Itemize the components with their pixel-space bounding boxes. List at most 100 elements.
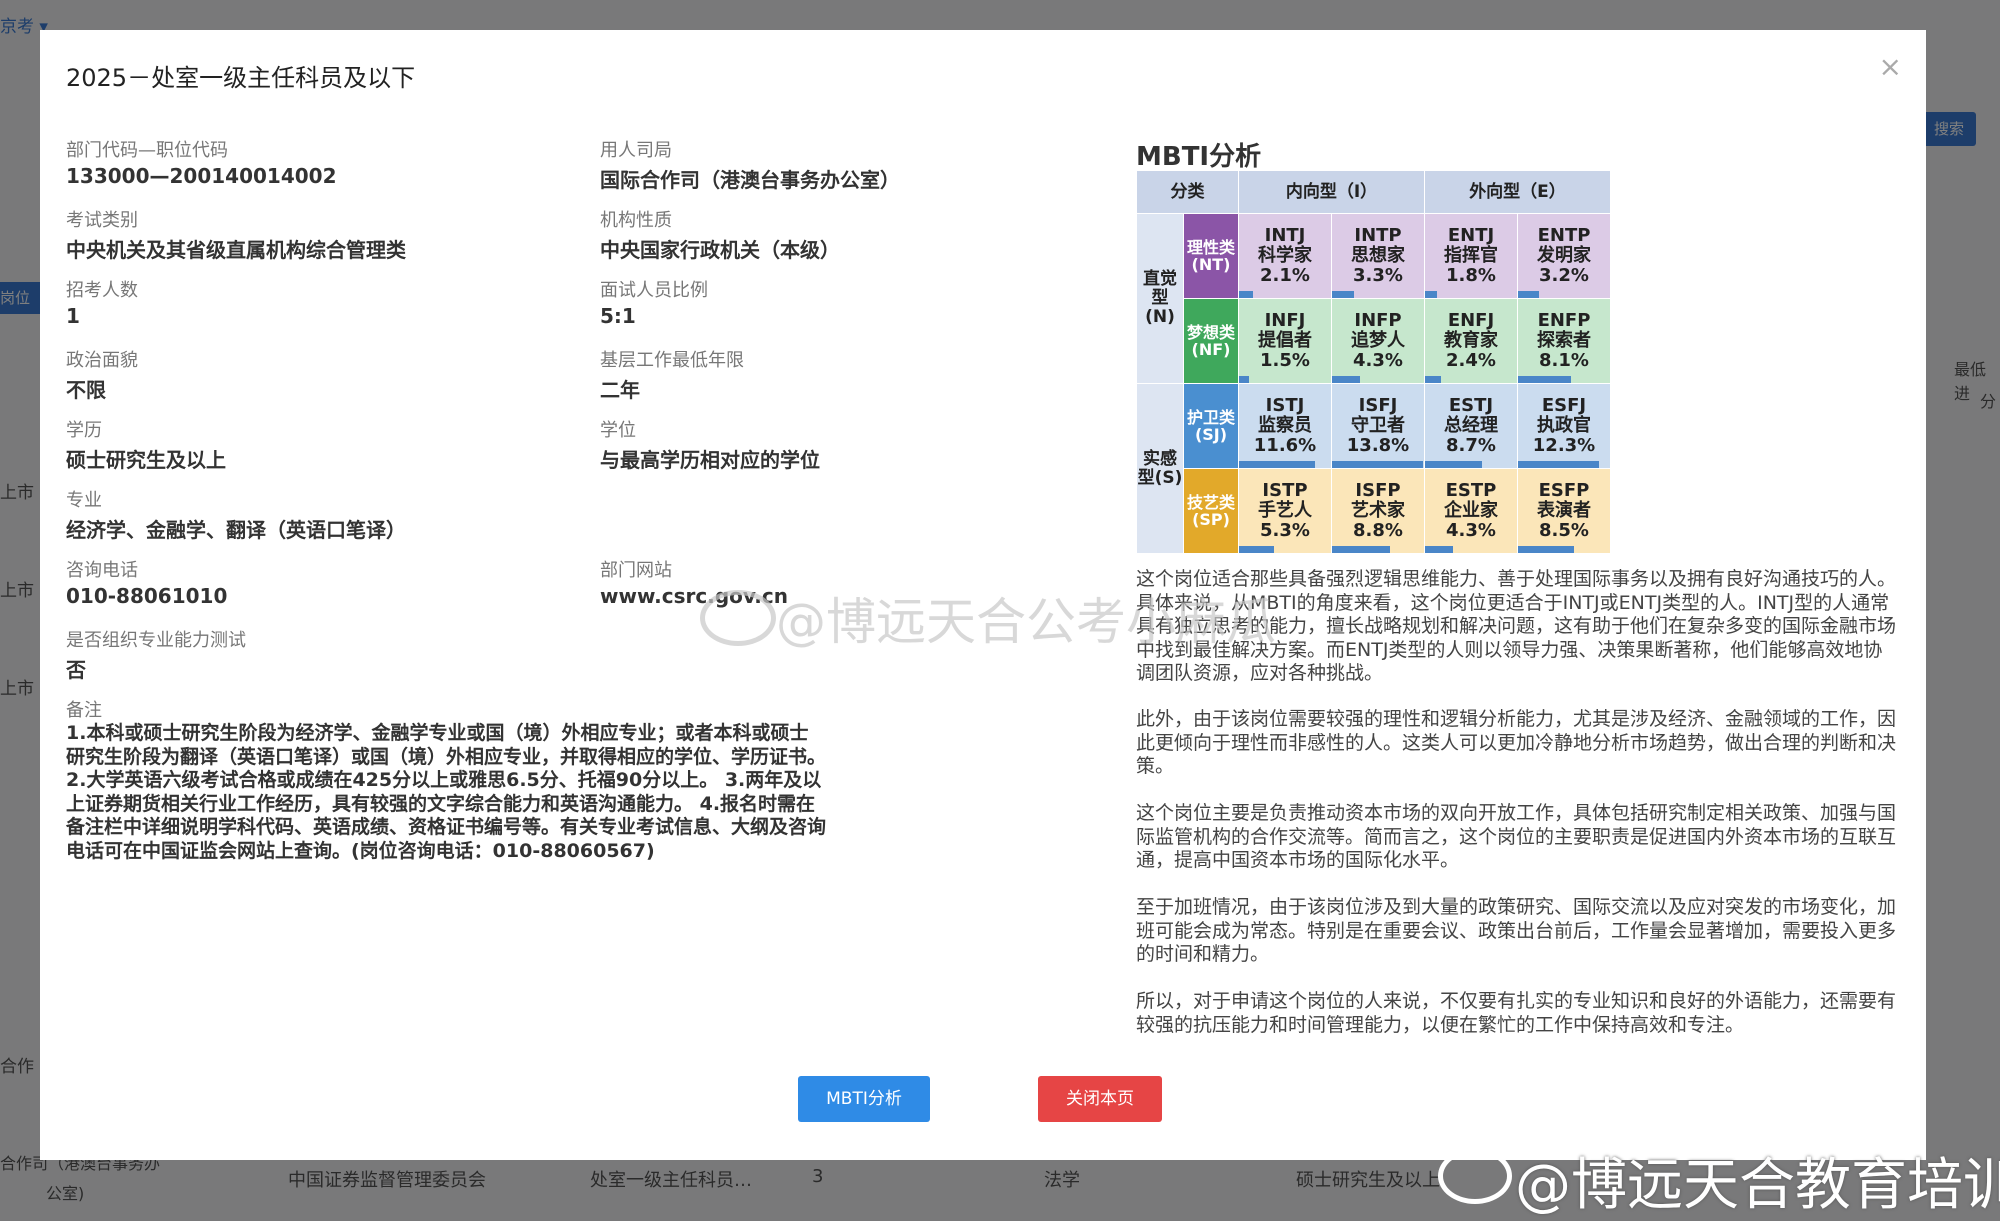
weibo-logo-icon [700, 590, 776, 646]
mbti-group-sensing: 实感型(S) [1136, 383, 1184, 554]
mbti-pct: 3.2% [1539, 265, 1589, 286]
mbti-sub-sp: 技艺类(SP) [1183, 468, 1239, 554]
field-value: 二年 [600, 378, 640, 402]
close-icon[interactable]: × [1879, 50, 1902, 83]
watermark-corner: @博远天合教育培训 [1515, 1153, 2000, 1218]
mbti-code: INFJ [1264, 310, 1306, 331]
mbti-cell-intj: INTJ 科学家 2.1% [1238, 213, 1332, 299]
mbti-bar [1425, 546, 1454, 553]
mbti-code: ISTJ [1265, 395, 1305, 416]
remark-text: 1.本科或硕士研究生阶段为经济学、金融学专业或国（境）外相应专业；或者本科或硕士… [66, 722, 827, 862]
field-label: 学历 [66, 420, 102, 441]
field-value: 与最高学历相对应的学位 [600, 448, 820, 472]
field-label: 是否组织专业能力测试 [66, 630, 246, 651]
field-label: 用人司局 [600, 140, 672, 161]
mbti-name: 执政官 [1537, 415, 1591, 436]
mbti-bar [1518, 546, 1574, 553]
mbti-code: INFP [1354, 310, 1402, 331]
mbti-code: ENTJ [1447, 225, 1495, 246]
field-value: 133000—200140014002 [66, 164, 337, 188]
remark-label: 备注 [66, 700, 102, 721]
mbti-name: 手艺人 [1258, 500, 1312, 521]
mbti-title: MBTI分析 [1136, 142, 1262, 172]
field-value: 否 [66, 658, 86, 682]
mbti-pct: 1.8% [1446, 265, 1496, 286]
field-label: 专业 [66, 490, 102, 511]
field-value: 010-88061010 [66, 584, 228, 608]
analysis-paragraph: 此外，由于该岗位需要较强的理性和逻辑分析能力，尤其是涉及经济、金融领域的工作，因… [1136, 708, 1897, 777]
mbti-code: ISTP [1262, 480, 1308, 501]
mbti-name: 追梦人 [1351, 330, 1405, 351]
mbti-code: ESFP [1538, 480, 1590, 501]
field-value: 中央机关及其省级直属机构综合管理类 [66, 238, 406, 262]
mbti-name: 监察员 [1258, 415, 1312, 436]
analysis-paragraph: 这个岗位主要是负责推动资本市场的双向开放工作，具体包括研究制定相关政策、加强与国… [1136, 802, 1897, 871]
mbti-cell-esfj: ESFJ 执政官 12.3% [1517, 383, 1611, 469]
analysis-paragraph: 所以，对于申请这个岗位的人来说，不仅要有扎实的专业知识和良好的外语能力，还需要有… [1136, 990, 1897, 1036]
mbti-cell-isfj: ISFJ 守卫者 13.8% [1331, 383, 1425, 469]
mbti-pct: 8.8% [1353, 520, 1403, 541]
mbti-pct: 8.1% [1539, 350, 1589, 371]
mbti-code: ENTP [1537, 225, 1591, 246]
mbti-sub-nf: 梦想类(NF) [1183, 298, 1239, 384]
mbti-name: 表演者 [1537, 500, 1591, 521]
mbti-bar [1332, 291, 1354, 298]
mbti-pct: 3.3% [1353, 265, 1403, 286]
mbti-name: 发明家 [1537, 245, 1591, 266]
field-label: 基层工作最低年限 [600, 350, 744, 371]
field-label: 咨询电话 [66, 560, 138, 581]
field-label: 考试类别 [66, 210, 138, 231]
mbti-cell-istj: ISTJ 监察员 11.6% [1238, 383, 1332, 469]
mbti-cell-isfp: ISFP 艺术家 8.8% [1331, 468, 1425, 554]
close-page-button[interactable]: 关闭本页 [1038, 1076, 1162, 1122]
mbti-header-extrovert: 外向型（E） [1424, 170, 1611, 214]
mbti-bar [1425, 376, 1441, 383]
field-label: 政治面貌 [66, 350, 138, 371]
mbti-cell-infj: INFJ 提倡者 1.5% [1238, 298, 1332, 384]
mbti-code: ISFP [1355, 480, 1401, 501]
mbti-name: 探索者 [1537, 330, 1591, 351]
field-value: 经济学、金融学、翻译（英语口笔译） [66, 518, 406, 542]
mbti-type-table: 分类 内向型（I） 外向型（E） 直觉型(N) 理性类(NT) INTJ 科学家 2… [1136, 170, 1611, 554]
mbti-name: 提倡者 [1258, 330, 1312, 351]
mbti-bar [1425, 461, 1483, 468]
mbti-bar [1239, 461, 1316, 468]
mbti-name: 企业家 [1444, 500, 1498, 521]
mbti-cell-enfj: ENFJ 教育家 2.4% [1424, 298, 1518, 384]
mbti-pct: 11.6% [1253, 435, 1317, 456]
mbti-sub-sj: 护卫类(SJ) [1183, 383, 1239, 469]
weibo-logo-icon [1438, 1148, 1512, 1204]
field-label: 面试人员比例 [600, 280, 708, 301]
mbti-cell-enfp: ENFP 探索者 8.1% [1517, 298, 1611, 384]
analysis-paragraph: 至于加班情况，由于该岗位涉及到大量的政策研究、国际交流以及应对突发的市场变化，加… [1136, 896, 1897, 965]
mbti-bar [1518, 376, 1572, 383]
mbti-cell-entp: ENTP 发明家 3.2% [1517, 213, 1611, 299]
mbti-pct: 13.8% [1346, 435, 1410, 456]
mbti-bar [1239, 376, 1249, 383]
mbti-pct: 2.4% [1446, 350, 1496, 371]
mbti-cell-esfp: ESFP 表演者 8.5% [1517, 468, 1611, 554]
field-label: 部门网站 [600, 560, 672, 581]
field-value: 国际合作司（港澳台事务办公室） [600, 168, 900, 192]
mbti-bar [1332, 546, 1390, 553]
mbti-bar [1425, 291, 1437, 298]
mbti-cell-estj: ESTJ 总经理 8.7% [1424, 383, 1518, 469]
mbti-bar [1332, 376, 1361, 383]
mbti-name: 指挥官 [1444, 245, 1498, 266]
mbti-cell-istp: ISTP 手艺人 5.3% [1238, 468, 1332, 554]
field-label: 机构性质 [600, 210, 672, 231]
mbti-bar [1518, 461, 1599, 468]
mbti-code: ENFJ [1447, 310, 1495, 331]
field-label: 部门代码—职位代码 [66, 140, 228, 161]
mbti-bar [1239, 546, 1274, 553]
mbti-cell-estp: ESTP 企业家 4.3% [1424, 468, 1518, 554]
mbti-cell-infp: INFP 追梦人 4.3% [1331, 298, 1425, 384]
mbti-pct: 5.3% [1260, 520, 1310, 541]
mbti-name: 守卫者 [1351, 415, 1405, 436]
mbti-name: 总经理 [1444, 415, 1498, 436]
mbti-header-category: 分类 [1136, 170, 1239, 214]
mbti-sub-nt: 理性类(NT) [1183, 213, 1239, 299]
field-value: 中央国家行政机关（本级） [600, 238, 840, 262]
mbti-pct: 8.7% [1446, 435, 1496, 456]
mbti-analysis-button[interactable]: MBTI分析 [798, 1076, 930, 1122]
